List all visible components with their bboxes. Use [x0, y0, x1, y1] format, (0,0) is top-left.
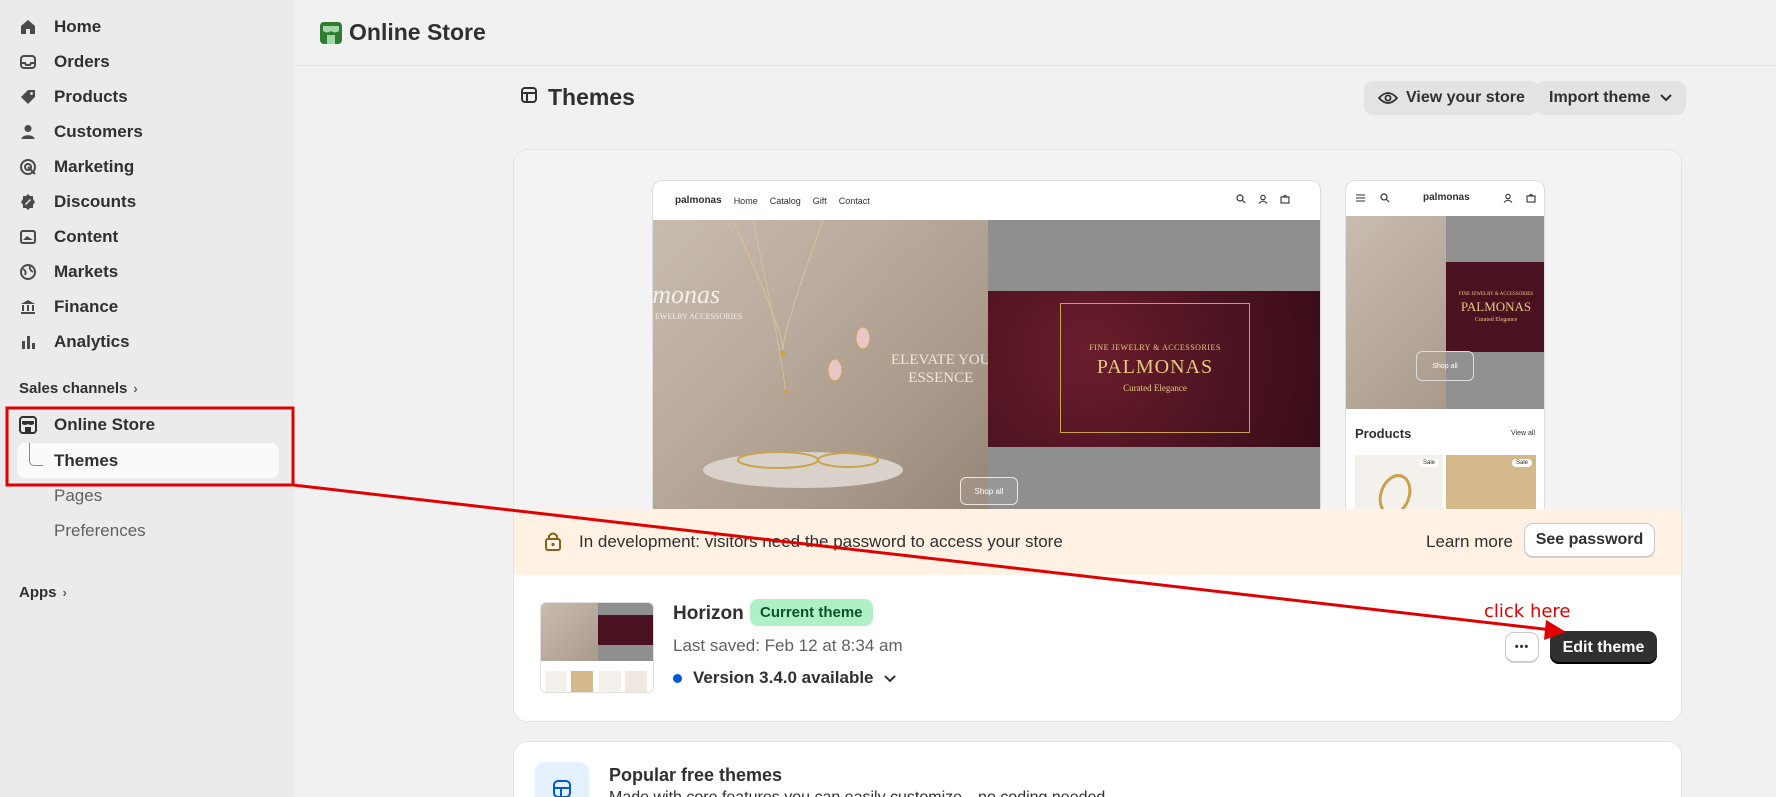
preview-shop-all-button: Shop all — [960, 477, 1018, 505]
sale-badge: Sale — [1511, 459, 1532, 467]
learn-more-link[interactable]: Learn more — [1426, 532, 1513, 552]
cart-icon — [1526, 193, 1536, 203]
more-horizontal-icon: ••• — [1514, 641, 1530, 653]
store-icon — [18, 415, 38, 435]
mobile-preview[interactable]: palmonas FINE JEWELRY & ACCESSORIES PALM… — [1345, 180, 1545, 510]
development-message: In development: visitors need the passwo… — [579, 532, 1063, 551]
sidebar-item-label: Marketing — [54, 157, 135, 176]
lock-icon — [544, 531, 562, 556]
chevron-right-icon: › — [62, 585, 67, 600]
page-title: Themes — [520, 84, 635, 111]
chevron-down-icon — [1660, 94, 1673, 102]
sidebar-item-label: Online Store — [54, 415, 156, 434]
chevron-right-icon: › — [133, 381, 138, 396]
theme-name: Horizon — [673, 603, 744, 624]
version-available-toggle[interactable]: Version 3.4.0 available — [673, 668, 896, 688]
sidebar-item-customers[interactable]: Customers — [18, 117, 143, 147]
popular-themes-description: Made with core features you can easily c… — [609, 789, 1105, 797]
bar-chart-icon — [18, 332, 38, 352]
sidebar-item-label: Analytics — [54, 332, 130, 351]
sidebar-item-label: Discounts — [54, 192, 137, 211]
mobile-hero: FINE JEWELRY & ACCESSORIES PALMONAS Cura… — [1346, 216, 1544, 409]
globe-icon — [18, 262, 38, 282]
tag-icon — [18, 87, 38, 107]
sidebar-item-label: Customers — [54, 122, 143, 141]
image-icon — [18, 227, 38, 247]
preview-nav-icons — [1236, 194, 1290, 204]
sidebar-item-orders[interactable]: Orders — [18, 47, 110, 77]
shopify-store-icon — [320, 22, 342, 49]
sidebar-subitem-preferences[interactable]: Preferences — [54, 521, 146, 541]
sidebar-item-discounts[interactable]: Discounts — [18, 187, 136, 217]
search-icon — [1236, 194, 1246, 204]
discount-icon — [18, 192, 38, 212]
person-icon — [18, 122, 38, 142]
desktop-preview[interactable]: palmonas Home Catalog Gift Contact lmona… — [652, 180, 1321, 510]
sidebar-item-markets[interactable]: Markets — [18, 257, 118, 287]
sidebar-item-home[interactable]: Home — [18, 12, 101, 42]
development-banner: In development: visitors need the passwo… — [514, 509, 1681, 575]
sidebar-item-marketing[interactable]: Marketing — [18, 152, 134, 182]
sidebar-item-finance[interactable]: Finance — [18, 292, 118, 322]
bank-icon — [18, 297, 38, 317]
sidebar-item-label: Orders — [54, 52, 110, 71]
eye-icon — [1378, 91, 1398, 105]
sidebar-subitem-themes[interactable]: Themes — [54, 451, 118, 471]
mobile-products-heading: Products — [1355, 426, 1412, 441]
sidebar-item-label: Markets — [54, 262, 119, 281]
account-icon — [1503, 193, 1513, 203]
mobile-product-card: Sale — [1355, 455, 1443, 509]
sidebar-item-label: Products — [54, 87, 128, 106]
sidebar: Home Orders Products Customers Marketing… — [0, 0, 294, 797]
mobile-shop-all-button: Shop all — [1416, 351, 1474, 381]
current-theme-card: palmonas Home Catalog Gift Contact lmona… — [513, 149, 1682, 722]
update-dot-icon — [673, 673, 682, 683]
sidebar-item-label: Content — [54, 227, 119, 246]
annotation-label: click here — [1484, 601, 1571, 622]
home-icon — [18, 17, 38, 37]
hero-banner: FINE JEWELRY & ACCESSORIES PALMONAS Cura… — [988, 291, 1320, 447]
sidebar-item-products[interactable]: Products — [18, 82, 128, 112]
menu-icon — [1356, 194, 1365, 202]
sidebar-item-analytics[interactable]: Analytics — [18, 327, 130, 357]
apps-link[interactable]: Apps › — [19, 584, 67, 601]
last-saved-text: Last saved: Feb 12 at 8:34 am — [673, 636, 903, 655]
mobile-view-all-link: View all — [1511, 430, 1535, 437]
account-icon — [1258, 194, 1268, 204]
theme-gallery-icon — [535, 762, 589, 797]
more-actions-button[interactable]: ••• — [1505, 632, 1539, 662]
header-title: Online Store — [349, 19, 486, 45]
sidebar-item-online-store[interactable]: Online Store — [18, 410, 155, 440]
mobile-product-card: Sale — [1446, 455, 1536, 509]
view-store-button[interactable]: View your store — [1364, 81, 1539, 115]
banner-frame: FINE JEWELRY & ACCESSORIES PALMONAS Cura… — [1060, 303, 1250, 433]
preview-navbar: palmonas Home Catalog Gift Contact — [653, 181, 1320, 220]
theme-layout-icon — [520, 86, 538, 109]
mobile-hero-banner: FINE JEWELRY & ACCESSORIES PALMONAS Cura… — [1446, 262, 1544, 352]
sidebar-subitem-pages[interactable]: Pages — [54, 486, 102, 506]
theme-thumbnail[interactable] — [540, 602, 654, 693]
sidebar-item-label: Home — [54, 17, 102, 36]
current-theme-badge: Current theme — [750, 599, 873, 626]
sales-channels-link[interactable]: Sales channels › — [19, 380, 138, 397]
edit-theme-button[interactable]: Edit theme — [1550, 631, 1657, 664]
inbox-icon — [18, 52, 38, 72]
import-theme-button[interactable]: Import theme — [1535, 81, 1687, 115]
hero-tagline: ELEVATE YOU ESSENCE — [891, 352, 991, 386]
search-icon — [1380, 193, 1390, 203]
mobile-navbar: palmonas — [1346, 181, 1544, 216]
popular-themes-card: Popular free themes Made with core featu… — [513, 741, 1682, 797]
tree-connector — [29, 443, 43, 466]
sidebar-item-content[interactable]: Content — [18, 222, 118, 252]
popular-themes-title: Popular free themes — [609, 765, 783, 785]
chevron-down-icon — [883, 668, 896, 688]
see-password-button[interactable]: See password — [1524, 523, 1655, 557]
sidebar-item-label: Finance — [54, 297, 119, 316]
cart-icon — [1280, 194, 1290, 204]
top-header: Online Store — [294, 0, 1776, 66]
target-icon — [18, 157, 38, 177]
